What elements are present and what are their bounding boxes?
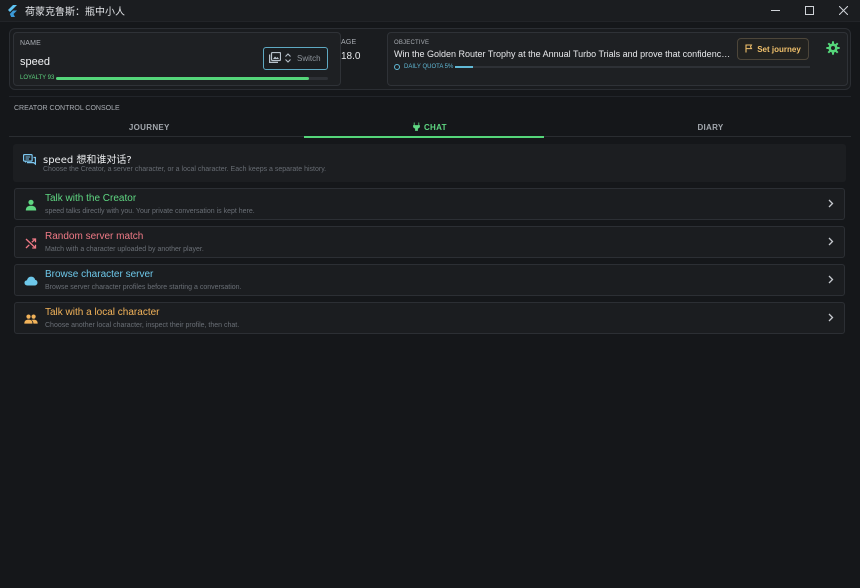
tab-chat[interactable]: CHAT — [290, 117, 571, 138]
set-journey-button[interactable]: Set journey — [737, 38, 809, 60]
set-journey-label: Set journey — [757, 44, 801, 54]
objective-label: OBJECTIVE — [394, 40, 430, 46]
flutter-logo-icon — [6, 4, 18, 17]
flag-icon — [745, 44, 753, 55]
character-name: speed — [20, 56, 50, 68]
chevron-right-icon — [828, 275, 834, 287]
cloud-icon — [24, 274, 38, 288]
tab-chat-label: CHAT — [423, 122, 447, 132]
option-subtitle: Browse server character profiles before … — [45, 284, 242, 291]
gallery-icon — [269, 51, 282, 66]
option-subtitle: Match with a character uploaded by anoth… — [45, 246, 204, 253]
maximize-button[interactable] — [792, 0, 826, 20]
random-server-match-option[interactable]: Random server match Match with a charact… — [14, 226, 845, 258]
name-card: NAME speed Switch LOYALTY 93 — [13, 32, 341, 86]
switch-character-button[interactable]: Switch — [263, 47, 328, 70]
option-title: Talk with the Creator — [45, 193, 137, 204]
chevron-right-icon — [828, 237, 834, 249]
creator-control-console: CREATOR CONTROL CONSOLE JOURNEY CHAT DIA… — [9, 96, 851, 584]
tab-diary-label: DIARY — [697, 122, 724, 132]
daily-quota-bar — [455, 66, 810, 68]
loyalty-bar-fill — [56, 77, 309, 80]
chat-target-hint: Choose the Creator, a server character, … — [43, 166, 327, 173]
chevron-right-icon — [828, 199, 834, 211]
console-tabs: JOURNEY CHAT DIARY — [9, 117, 851, 138]
chat-target-question: speed 想和谁对话? — [43, 155, 132, 166]
option-title: Random server match — [45, 231, 144, 242]
console-title: CREATOR CONTROL CONSOLE — [14, 105, 120, 112]
close-button[interactable] — [826, 0, 860, 20]
loyalty-bar — [56, 77, 328, 80]
maximize-icon — [804, 5, 814, 15]
group-icon — [24, 312, 38, 326]
objective-text: Win the Golden Router Trophy at the Annu… — [394, 49, 732, 59]
switch-label: Switch — [297, 54, 321, 63]
daily-quota-bar-fill — [455, 66, 473, 68]
tab-journey-label: JOURNEY — [128, 122, 170, 132]
minimize-button[interactable] — [758, 0, 792, 20]
close-icon — [838, 5, 848, 15]
age-value: 18.0 — [341, 51, 361, 62]
quota-ring-icon — [394, 64, 400, 70]
settings-gear-icon[interactable] — [826, 41, 840, 55]
tab-diary[interactable]: DIARY — [570, 117, 851, 137]
minimize-icon — [770, 9, 780, 11]
chat-bubbles-icon — [23, 154, 36, 169]
age-label: AGE — [341, 39, 357, 46]
title-bar: 荷蒙克鲁斯：瓶中小人 — [0, 0, 860, 22]
chevron-right-icon — [828, 313, 834, 325]
chat-target-prompt: speed 想和谁对话? Choose the Creator, a serve… — [13, 144, 846, 182]
name-label: NAME — [20, 40, 42, 47]
talk-with-creator-option[interactable]: Talk with the Creator speed talks direct… — [14, 188, 845, 220]
talk-with-local-character-option[interactable]: Talk with a local character Choose anoth… — [14, 302, 845, 334]
daily-quota-label: DAILY QUOTA 5% — [404, 64, 454, 70]
objective-card: OBJECTIVE Win the Golden Router Trophy a… — [387, 32, 848, 86]
person-icon — [24, 198, 38, 212]
option-title: Talk with a local character — [45, 307, 160, 318]
unfold-icon — [285, 52, 291, 66]
window-title: 荷蒙克鲁斯：瓶中小人 — [25, 7, 125, 18]
character-header: NAME speed Switch LOYALTY 93 AGE 18.0 OB… — [9, 28, 851, 90]
browse-character-server-option[interactable]: Browse character server Browse server ch… — [14, 264, 845, 296]
option-subtitle: Choose another local character, inspect … — [45, 322, 240, 329]
tab-journey[interactable]: JOURNEY — [9, 117, 290, 137]
loyalty-label: LOYALTY 93 — [20, 75, 55, 81]
shuffle-icon — [24, 236, 38, 250]
option-subtitle: speed talks directly with you. Your priv… — [45, 208, 255, 215]
bolt-icon — [413, 122, 420, 133]
daily-quota: DAILY QUOTA 5% — [394, 64, 453, 70]
age-card: AGE 18.0 — [338, 32, 384, 86]
option-title: Browse character server — [45, 269, 154, 280]
